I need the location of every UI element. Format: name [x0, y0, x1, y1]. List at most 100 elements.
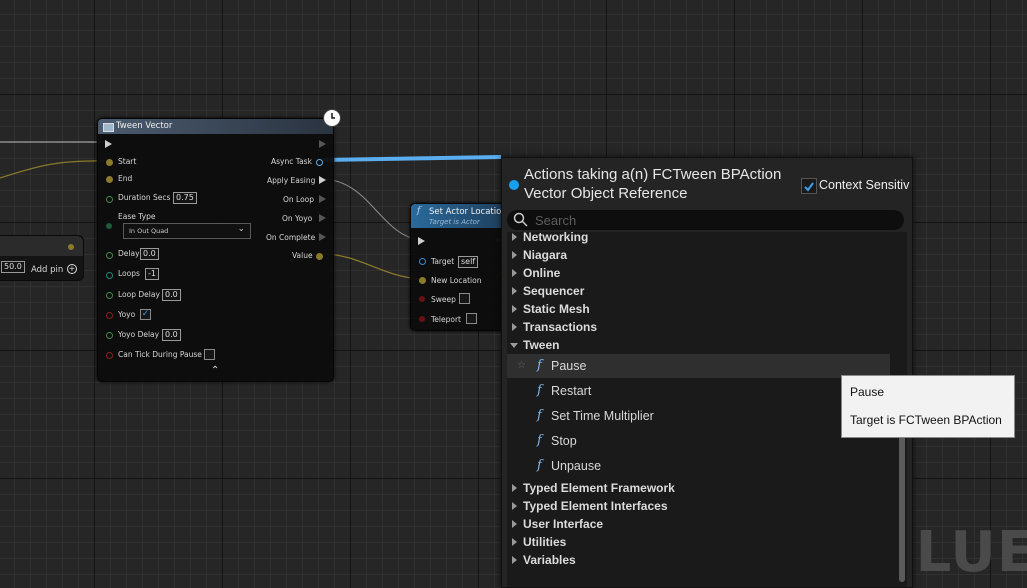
star-icon[interactable]: ☆: [517, 354, 526, 378]
function-icon: f: [537, 433, 542, 448]
category-user-interface[interactable]: User Interface: [507, 515, 890, 533]
action-pause[interactable]: ☆ f Pause: [507, 354, 890, 378]
loops-pin[interactable]: [106, 272, 113, 279]
on-loop-pin[interactable]: [319, 195, 326, 203]
action-stop[interactable]: f Stop: [507, 429, 890, 453]
value-label: Value: [292, 251, 313, 260]
action-menu[interactable]: Actions taking a(n) FCTween BPAction Vec…: [501, 157, 913, 588]
scrollbar-thumb[interactable]: [899, 417, 905, 582]
category-niagara[interactable]: Niagara: [507, 246, 890, 264]
category-networking[interactable]: Networking: [507, 228, 890, 246]
yoyo-delay-pin[interactable]: [106, 332, 113, 339]
function-icon: f: [537, 358, 542, 373]
start-pin[interactable]: [106, 159, 113, 166]
search-icon: [513, 212, 528, 227]
wire-async-task: [321, 155, 502, 162]
on-loop-label: On Loop: [283, 195, 315, 204]
search-input[interactable]: Search: [507, 210, 904, 230]
teleport-checkbox[interactable]: [466, 313, 477, 324]
wire-vector-left: [0, 160, 109, 179]
on-complete-pin[interactable]: [319, 233, 326, 241]
action-restart[interactable]: f Restart: [507, 379, 890, 403]
set-actor-location-node[interactable]: f Set Actor Location Target is Actor Tar…: [410, 203, 512, 331]
loop-delay-label: Loop Delay: [118, 290, 160, 299]
output-pin[interactable]: [68, 244, 74, 250]
category-variables[interactable]: Variables: [507, 551, 890, 569]
loops-field[interactable]: -1: [145, 268, 159, 280]
category-static-mesh[interactable]: Static Mesh: [507, 300, 890, 318]
collapse-chevron-icon[interactable]: ⌃: [211, 365, 219, 376]
start-label: Start: [118, 157, 137, 166]
exec-in-pin[interactable]: [418, 237, 425, 245]
apply-easing-pin[interactable]: [319, 176, 326, 184]
category-typed-element-interfaces[interactable]: Typed Element Interfaces: [507, 497, 890, 515]
value-field[interactable]: 50.0: [1, 261, 25, 273]
category-online[interactable]: Online: [507, 264, 890, 282]
function-icon: f: [537, 458, 542, 473]
sweep-pin[interactable]: [419, 296, 425, 302]
action-unpause[interactable]: f Unpause: [507, 454, 890, 478]
async-task-pin[interactable]: [316, 159, 323, 166]
category-tween[interactable]: Tween: [507, 336, 890, 354]
duration-label: Duration Secs: [118, 193, 171, 202]
category-sequencer[interactable]: Sequencer: [507, 282, 890, 300]
new-location-label: New Location: [431, 276, 482, 285]
chevron-down-icon: ⌄: [237, 224, 245, 234]
duration-pin[interactable]: [106, 196, 113, 203]
category-typed-element-framework[interactable]: Typed Element Framework: [507, 479, 890, 497]
teleport-label: Teleport: [431, 315, 461, 324]
target-pin[interactable]: [419, 258, 426, 265]
wire-value: [321, 253, 421, 280]
action-set-time-multiplier[interactable]: f Set Time Multiplier: [507, 404, 890, 428]
can-tick-pin[interactable]: [106, 352, 113, 359]
delay-pin[interactable]: [106, 252, 113, 259]
ease-type-label: Ease Type: [118, 212, 156, 221]
action-tooltip: Pause Target is FCTween BPAction: [841, 375, 1015, 438]
search-placeholder: Search: [535, 213, 577, 228]
exec-in-pin[interactable]: [105, 140, 112, 148]
exec-out-pin[interactable]: [319, 140, 326, 148]
node-title: Tween Vector: [116, 121, 173, 131]
node-title: Set Actor Location: [429, 207, 507, 217]
end-label: End: [118, 174, 133, 183]
on-complete-label: On Complete: [266, 233, 316, 242]
ease-type-dropdown[interactable]: In Out Quad ⌄: [123, 223, 251, 239]
new-location-pin[interactable]: [419, 277, 426, 284]
function-icon: f: [537, 383, 542, 398]
add-pin-icon[interactable]: +: [67, 264, 77, 274]
node-header: Tween Vector: [98, 119, 333, 134]
target-label: Target: [431, 257, 455, 266]
yoyo-delay-label: Yoyo Delay: [118, 330, 160, 339]
wire-apply-easing: [321, 178, 421, 241]
end-pin[interactable]: [106, 176, 113, 183]
can-tick-checkbox[interactable]: [204, 349, 215, 360]
tooltip-title: Pause: [850, 385, 885, 399]
make-vector-node[interactable]: 50.0 Add pin +: [0, 235, 84, 281]
async-task-label: Async Task: [271, 157, 312, 166]
delay-label: Delay: [118, 249, 140, 258]
yoyo-checkbox[interactable]: ✓: [140, 309, 151, 320]
category-utilities[interactable]: Utilities: [507, 533, 890, 551]
tween-vector-node[interactable]: Tween Vector Start End Duration Secs 0.7…: [97, 109, 341, 382]
sweep-label: Sweep: [431, 295, 456, 304]
context-sensitive-checkbox[interactable]: [801, 178, 817, 194]
ease-type-pin[interactable]: [106, 223, 112, 229]
target-field[interactable]: self: [458, 256, 479, 268]
teleport-pin[interactable]: [419, 316, 425, 322]
add-pin-button[interactable]: Add pin: [31, 265, 63, 275]
yoyo-label: Yoyo: [118, 310, 136, 319]
node-icon: [103, 123, 114, 132]
loop-delay-pin[interactable]: [106, 292, 113, 299]
yoyo-delay-field[interactable]: 0.0: [162, 329, 181, 341]
sweep-checkbox[interactable]: [459, 293, 470, 304]
can-tick-label: Can Tick During Pause: [118, 350, 202, 359]
category-transactions[interactable]: Transactions: [507, 318, 890, 336]
yoyo-pin[interactable]: [106, 312, 113, 319]
tooltip-description: Target is FCTween BPAction: [850, 413, 1002, 427]
delay-field[interactable]: 0.0: [140, 248, 159, 260]
duration-field[interactable]: 0.75: [173, 192, 197, 204]
value-pin[interactable]: [316, 253, 323, 260]
loop-delay-field[interactable]: 0.0: [162, 289, 181, 301]
on-yoyo-pin[interactable]: [319, 214, 326, 222]
node-header: f Set Actor Location Target is Actor: [411, 204, 511, 228]
